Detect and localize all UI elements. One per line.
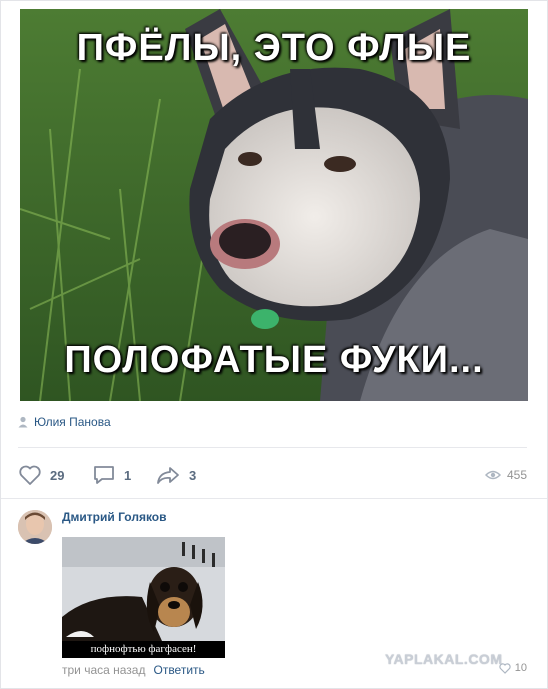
comment-like-button[interactable]: 10 bbox=[499, 662, 527, 674]
avatar-photo bbox=[18, 510, 52, 544]
share-icon bbox=[157, 467, 179, 484]
meme-caption-bottom: ПОЛОФАТЫЕ ФУКИ... bbox=[64, 339, 484, 381]
heart-icon bbox=[19, 465, 41, 485]
watermark: YAPLAKAL.COM bbox=[385, 651, 503, 667]
comment-attachment[interactable]: пофнофтью фагфасен! bbox=[62, 537, 225, 658]
share-count: 3 bbox=[189, 467, 197, 483]
comment-author-name[interactable]: Дмитрий Голяков bbox=[62, 510, 167, 524]
comment-like-count: 10 bbox=[514, 662, 527, 674]
reply-button[interactable]: Ответить bbox=[153, 663, 204, 677]
eye-icon bbox=[484, 470, 501, 480]
like-button[interactable]: 29 bbox=[18, 461, 64, 489]
post-actions: 29 1 3 455 bbox=[18, 461, 527, 489]
divider bbox=[1, 498, 547, 499]
post-image[interactable]: ПФЁЛЫ, ЭТО ФЛЫЕ ПОЛОФАТЫЕ ФУКИ... bbox=[20, 9, 528, 401]
comment-time: три часа назад bbox=[62, 663, 146, 677]
post-author[interactable]: Юлия Панова bbox=[18, 413, 111, 431]
comment-count: 1 bbox=[124, 467, 132, 483]
post-card: ПФЁЛЫ, ЭТО ФЛЫЕ ПОЛОФАТЫЕ ФУКИ... Юлия П… bbox=[0, 0, 548, 689]
comment-icon bbox=[94, 466, 114, 484]
like-count: 29 bbox=[50, 467, 65, 483]
meme-caption-top: ПФЁЛЫ, ЭТО ФЛЫЕ bbox=[76, 27, 472, 69]
avatar[interactable] bbox=[18, 510, 52, 544]
views-count: 455 bbox=[506, 468, 527, 482]
views-counter: 455 bbox=[484, 461, 527, 489]
attachment-caption: пофнофтью фагфасен! bbox=[62, 641, 225, 658]
comment-meta: три часа назад Ответить bbox=[62, 663, 205, 677]
dachshund-photo bbox=[62, 537, 225, 658]
person-icon bbox=[18, 416, 28, 428]
divider bbox=[18, 447, 527, 448]
comment-button[interactable]: 1 bbox=[92, 461, 131, 489]
share-button[interactable]: 3 bbox=[155, 461, 196, 489]
heart-icon bbox=[499, 662, 511, 674]
post-author-name[interactable]: Юлия Панова bbox=[34, 415, 111, 429]
